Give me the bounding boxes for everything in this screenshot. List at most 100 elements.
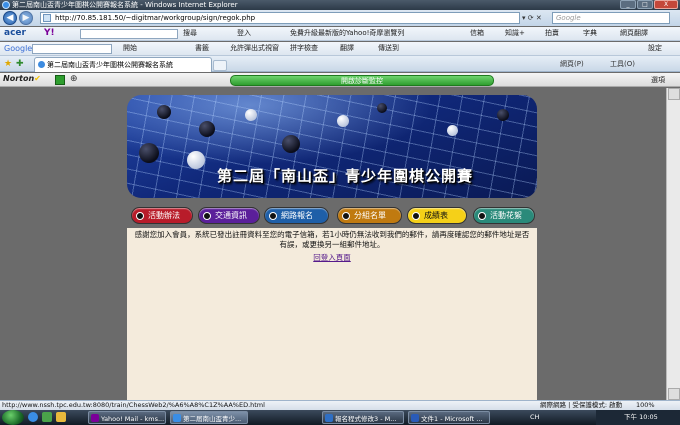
tab-active[interactable]: 第二屆南山盃青少年圍棋公開賽報名系統 bbox=[34, 57, 212, 72]
word-icon bbox=[411, 414, 419, 422]
close-button[interactable]: X bbox=[654, 0, 678, 9]
black-stone bbox=[139, 143, 159, 163]
tools-menu[interactable]: 工具(O) bbox=[610, 59, 635, 69]
registration-success-message: 感謝您加入會員，系統已發出註冊資料至您的電子信箱，若1小時仍無法收到我們的郵件，… bbox=[134, 230, 530, 249]
popup-blocker-button[interactable]: 允許彈出式視窗 bbox=[230, 42, 279, 55]
nav-label: 活動辦法 bbox=[148, 211, 180, 220]
quick-launch-desktop-icon[interactable] bbox=[42, 412, 52, 422]
taskbar: Yahoo! Mail - kms... 第二屆南山盃青少... 報名程式修改3… bbox=[0, 410, 680, 425]
add-favorite-icon[interactable]: ✚ bbox=[16, 59, 24, 69]
black-stone bbox=[199, 121, 215, 137]
login-button[interactable]: 登入 bbox=[237, 27, 251, 40]
bullet-icon bbox=[203, 212, 211, 220]
translate-button[interactable]: 網頁翻譯 bbox=[620, 27, 648, 40]
refresh-stop-group[interactable]: ▾ ⟳ ✕ bbox=[522, 12, 542, 24]
google-translate-button[interactable]: 翻譯 bbox=[340, 42, 354, 55]
black-stone bbox=[157, 105, 171, 119]
yahoo-mail-icon bbox=[91, 414, 99, 422]
nav-photo-gallery[interactable]: 活動花絮 bbox=[473, 207, 535, 224]
taskbar-item-active[interactable]: 第二屆南山盃青少... bbox=[170, 411, 248, 424]
mail-button[interactable]: 信箱 bbox=[470, 27, 484, 40]
editor-icon bbox=[325, 414, 333, 422]
norton-safe-web-bar[interactable]: 開啟診斷監控 bbox=[230, 75, 494, 86]
taskbar-item[interactable]: Yahoo! Mail - kms... bbox=[88, 411, 166, 424]
send-to-button[interactable]: 傳送到 bbox=[378, 42, 399, 55]
nav-label: 分組名單 bbox=[354, 211, 386, 220]
norton-logo-text: Norton bbox=[3, 74, 35, 83]
nav-event-rules[interactable]: 活動辦法 bbox=[131, 207, 193, 224]
scroll-up-arrow[interactable] bbox=[668, 88, 680, 100]
minimize-button[interactable]: _ bbox=[620, 0, 636, 9]
white-stone bbox=[337, 115, 349, 127]
taskbar-item[interactable]: 文件1 - Microsoft ... bbox=[408, 411, 490, 424]
google-search-input[interactable] bbox=[32, 44, 112, 54]
status-url: http://www.nssh.tpc.edu.tw:8080/train/Ch… bbox=[2, 401, 265, 409]
address-input[interactable]: http://70.85.181.50/~digitmar/workgroup/… bbox=[40, 12, 520, 24]
settings-button[interactable]: 設定 bbox=[648, 42, 662, 55]
bullet-icon bbox=[478, 212, 486, 220]
window-title: 第二屆南山盃青少年圍棋公開賽報名系統 - Windows Internet Ex… bbox=[12, 1, 238, 9]
quick-launch-ie-icon[interactable] bbox=[28, 412, 38, 422]
yahoo-logo[interactable]: Y! bbox=[44, 27, 55, 40]
black-stone bbox=[497, 109, 509, 121]
taskbar-item-label: 第二屆南山盃青少... bbox=[183, 415, 242, 423]
white-stone bbox=[447, 125, 458, 136]
norton-safe-icon[interactable] bbox=[55, 75, 65, 85]
clock[interactable]: 下午 10:05 bbox=[624, 413, 658, 421]
vertical-scrollbar[interactable] bbox=[666, 88, 680, 400]
back-to-login-link[interactable]: 回登入頁面 bbox=[127, 252, 537, 263]
new-tab-button[interactable] bbox=[213, 60, 227, 71]
google-open-button[interactable]: 開始 bbox=[123, 42, 137, 55]
black-stone bbox=[377, 103, 387, 113]
tab-title: 第二屆南山盃青少年圍棋公開賽報名系統 bbox=[47, 61, 173, 69]
taskbar-item[interactable]: 報名程式修改3 - M... bbox=[322, 411, 404, 424]
security-zone[interactable]: 網際網路 | 受保護模式: 啟動 bbox=[540, 401, 622, 410]
google-logo: Google bbox=[4, 44, 33, 53]
page-icon bbox=[43, 14, 51, 22]
white-stone bbox=[245, 109, 257, 121]
bookmarks-button[interactable]: 書籤 bbox=[195, 42, 209, 55]
taskbar-item-label: Yahoo! Mail - kms... bbox=[101, 415, 165, 423]
spellcheck-button[interactable]: 拼字檢查 bbox=[290, 42, 318, 55]
nav-traffic-info[interactable]: 交通資訊 bbox=[198, 207, 260, 224]
nav-label: 網路報名 bbox=[281, 211, 313, 220]
back-button[interactable]: ◀ bbox=[3, 11, 17, 25]
event-banner: 第二屆「南山盃」青少年圍棋公開賽 bbox=[127, 95, 537, 198]
dictionary-button[interactable]: 字典 bbox=[583, 27, 597, 40]
quick-launch-folder-icon[interactable] bbox=[56, 412, 66, 422]
forward-button[interactable]: ▶ bbox=[19, 11, 33, 25]
bullet-icon bbox=[269, 212, 277, 220]
zoom-level[interactable]: 100% bbox=[636, 401, 655, 410]
google-toolbar: Google 開始 書籤 允許彈出式視窗 拼字檢查 翻譯 傳送到 設定 bbox=[0, 42, 680, 56]
norton-logo: Norton✔ bbox=[3, 74, 41, 83]
white-stone bbox=[187, 151, 205, 169]
page-menu[interactable]: 網頁(P) bbox=[560, 59, 584, 69]
nav-label: 交通資訊 bbox=[215, 211, 247, 220]
bullet-icon bbox=[342, 212, 350, 220]
nav-online-registration[interactable]: 網路報名 bbox=[264, 207, 329, 224]
favorites-star-icon[interactable]: ★ bbox=[4, 59, 12, 69]
promo-link[interactable]: 免費升級最新版的Yahoo!奇摩瀏覽列 bbox=[290, 27, 404, 40]
window-title-bar: 第二屆南山盃青少年圍棋公開賽報名系統 - Windows Internet Ex… bbox=[0, 0, 680, 10]
nav-label: 成績表 bbox=[424, 211, 448, 220]
status-bar: http://www.nssh.tpc.edu.tw:8080/train/Ch… bbox=[0, 400, 680, 410]
knowledge-button[interactable]: 知識+ bbox=[505, 27, 525, 40]
start-button[interactable] bbox=[2, 410, 24, 425]
maximize-button[interactable]: □ bbox=[637, 0, 653, 9]
norton-options[interactable]: 選項 bbox=[651, 75, 665, 85]
nav-group-list[interactable]: 分組名單 bbox=[337, 207, 402, 224]
nav-results[interactable]: 成績表 bbox=[407, 207, 467, 224]
nav-label: 活動花絮 bbox=[490, 211, 522, 220]
ie-icon bbox=[2, 1, 10, 9]
scroll-down-arrow[interactable] bbox=[668, 388, 680, 400]
yahoo-search-button[interactable]: 搜尋 bbox=[183, 27, 197, 40]
taskbar-item-label: 文件1 - Microsoft ... bbox=[421, 415, 483, 423]
input-language[interactable]: CH bbox=[530, 410, 539, 424]
globe-icon[interactable]: ⊕ bbox=[70, 74, 78, 84]
auction-button[interactable]: 拍賣 bbox=[545, 27, 559, 40]
yahoo-toolbar: acer Y! 搜尋 登入 免費升級最新版的Yahoo!奇摩瀏覽列 信箱 知識+… bbox=[0, 27, 680, 41]
bullet-icon bbox=[136, 212, 144, 220]
search-input[interactable]: Google bbox=[552, 12, 670, 24]
ie-icon bbox=[173, 414, 181, 422]
yahoo-search-input[interactable] bbox=[80, 29, 178, 39]
